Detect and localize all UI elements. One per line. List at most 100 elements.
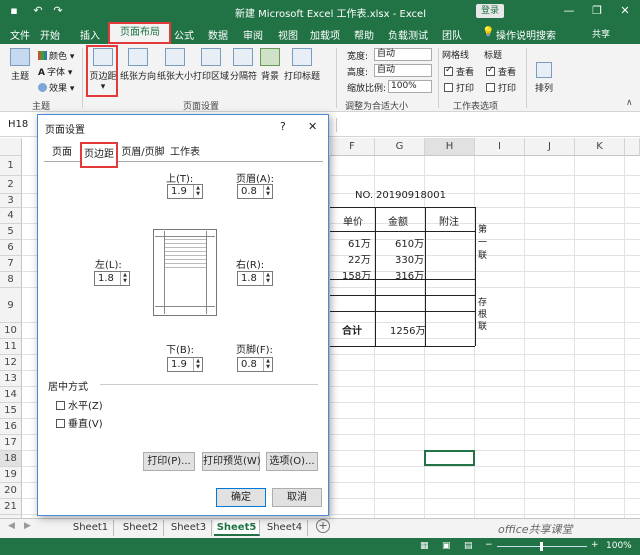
sheet-tab-active[interactable]: Sheet5 <box>214 520 260 536</box>
normal-view-icon[interactable]: ▦ <box>420 541 429 551</box>
sheet-tab[interactable]: Sheet4 <box>262 520 308 536</box>
print-titles-button[interactable]: 打印标题 <box>284 48 320 82</box>
row-header[interactable]: 10 <box>0 323 22 339</box>
row-header[interactable]: 14 <box>0 387 22 403</box>
row-header[interactable]: 9 <box>0 288 22 323</box>
login-button[interactable]: 登录 <box>476 4 504 18</box>
footer-margin-input[interactable]: 0.8 ▲ ▼ <box>237 357 273 372</box>
row-header[interactable]: 17 <box>0 435 22 451</box>
print-area-button[interactable]: 打印区域 <box>193 48 229 82</box>
width-select[interactable]: 自动 <box>374 48 432 61</box>
cell-amount-2[interactable]: 330万 <box>395 251 424 266</box>
left-margin-input[interactable]: 1.8 ▲ ▼ <box>94 271 130 286</box>
orientation-button[interactable]: 纸张方向 <box>120 48 156 82</box>
cell-no-label[interactable]: NO. <box>355 190 373 201</box>
tab-data[interactable]: 数据 <box>208 27 228 42</box>
minimize-button[interactable]: — <box>560 3 578 19</box>
bottom-margin-input[interactable]: 1.9 ▲ ▼ <box>167 357 203 372</box>
center-vertical-checkbox[interactable]: 垂直(V) <box>56 415 103 430</box>
row-header[interactable]: 1 <box>0 156 22 176</box>
effects-button[interactable]: 效果 ▾ <box>38 81 74 94</box>
height-select[interactable]: 自动 <box>374 64 432 77</box>
headings-view-checkbox[interactable]: 查看 <box>486 65 516 78</box>
cell-price-2[interactable]: 22万 <box>348 251 371 266</box>
sheet-tab[interactable]: Sheet3 <box>166 520 212 536</box>
row-header[interactable]: 4 <box>0 208 22 224</box>
row-header[interactable]: 20 <box>0 483 22 499</box>
headings-print-checkbox[interactable]: 打印 <box>486 81 516 94</box>
spinner-icon[interactable]: ▲ ▼ <box>120 272 129 285</box>
cell-side-note-1[interactable]: 第 一 联 <box>478 224 487 263</box>
dialog-tab-header-footer[interactable]: 页眉/页脚 <box>120 145 166 162</box>
dialog-tab-sheet[interactable]: 工作表 <box>168 145 202 162</box>
tab-formulas[interactable]: 公式 <box>174 27 194 42</box>
zoom-level[interactable]: 100% <box>606 541 632 551</box>
tab-review[interactable]: 审阅 <box>243 27 263 42</box>
arrange-button[interactable]: 排列 <box>532 62 556 94</box>
zoom-slider-thumb[interactable] <box>540 542 543 551</box>
column-header[interactable]: I <box>475 138 525 156</box>
tab-home[interactable]: 开始 <box>40 27 60 42</box>
tell-me-search[interactable]: 操作说明搜索 <box>496 27 556 42</box>
gridlines-print-checkbox[interactable]: 打印 <box>444 81 474 94</box>
dialog-help-button[interactable]: ? <box>280 120 286 133</box>
spinner-icon[interactable]: ▲ ▼ <box>263 185 272 198</box>
column-header[interactable]: J <box>525 138 575 156</box>
column-header[interactable]: K <box>575 138 625 156</box>
size-button[interactable]: 纸张大小 <box>157 48 193 82</box>
tab-addins[interactable]: 加载项 <box>310 27 340 42</box>
formula-input[interactable] <box>336 118 636 132</box>
header-margin-input[interactable]: 0.8 ▲ ▼ <box>237 184 273 199</box>
spinner-icon[interactable]: ▲ ▼ <box>263 358 272 371</box>
tab-insert[interactable]: 插入 <box>80 27 100 42</box>
row-header[interactable]: 13 <box>0 371 22 387</box>
collapse-ribbon-icon[interactable]: ∧ <box>626 98 633 108</box>
tab-load-test[interactable]: 负载测试 <box>388 27 428 42</box>
spinner-icon[interactable]: ▲ ▼ <box>263 272 272 285</box>
redo-icon[interactable]: ↷ <box>50 3 66 19</box>
column-header[interactable] <box>625 138 640 156</box>
row-header[interactable]: 16 <box>0 419 22 435</box>
undo-icon[interactable]: ↶ <box>30 3 46 19</box>
tab-team[interactable]: 团队 <box>442 27 462 42</box>
selected-cell[interactable] <box>424 450 475 466</box>
row-header[interactable]: 19 <box>0 467 22 483</box>
row-header[interactable]: 12 <box>0 355 22 371</box>
cell-side-note-2[interactable]: 存 根 联 <box>478 297 487 333</box>
save-icon[interactable]: ▪ <box>6 3 22 19</box>
options-button[interactable]: 选项(O)... <box>266 452 318 471</box>
row-header[interactable]: 3 <box>0 194 22 208</box>
row-header[interactable]: 7 <box>0 256 22 272</box>
dialog-tab-page[interactable]: 页面 <box>46 145 78 162</box>
cell-remark[interactable]: 附注 <box>439 213 459 228</box>
cell-unit-price[interactable]: 单价 <box>343 213 363 228</box>
cell-no-value[interactable]: 20190918001 <box>376 190 446 201</box>
restore-button[interactable]: ❐ <box>588 3 606 19</box>
themes-button[interactable]: 主题 <box>8 48 32 82</box>
cell-amount-3[interactable]: 316万 <box>395 267 424 282</box>
column-header[interactable]: G <box>375 138 425 156</box>
row-header[interactable]: 18 <box>0 451 22 467</box>
colors-button[interactable]: 颜色 ▾ <box>38 49 74 62</box>
row-header[interactable]: 6 <box>0 240 22 256</box>
row-header[interactable]: 11 <box>0 339 22 355</box>
background-button[interactable]: 背景 <box>258 48 282 82</box>
cell-price-3[interactable]: 158万 <box>342 267 371 282</box>
gridlines-view-checkbox[interactable]: 查看 <box>444 65 474 78</box>
dialog-tab-margins[interactable]: 页边距 <box>80 142 118 168</box>
cell-price-1[interactable]: 61万 <box>348 235 371 250</box>
name-box[interactable]: H18 <box>8 119 28 130</box>
cell-amount[interactable]: 金额 <box>388 213 408 228</box>
right-margin-input[interactable]: 1.8 ▲ ▼ <box>237 271 273 286</box>
close-button[interactable]: ✕ <box>616 3 634 19</box>
column-header[interactable]: H <box>425 138 475 156</box>
row-header[interactable]: 8 <box>0 272 22 288</box>
zoom-out-icon[interactable]: − <box>485 540 493 550</box>
page-break-view-icon[interactable]: ▤ <box>464 541 473 551</box>
cancel-button[interactable]: 取消 <box>272 488 322 507</box>
row-header[interactable]: 21 <box>0 499 22 515</box>
tab-view[interactable]: 视图 <box>278 27 298 42</box>
scale-input[interactable]: 100% <box>388 80 432 93</box>
breaks-button[interactable]: 分隔符 <box>230 48 257 82</box>
page-layout-view-icon[interactable]: ▣ <box>442 541 451 551</box>
